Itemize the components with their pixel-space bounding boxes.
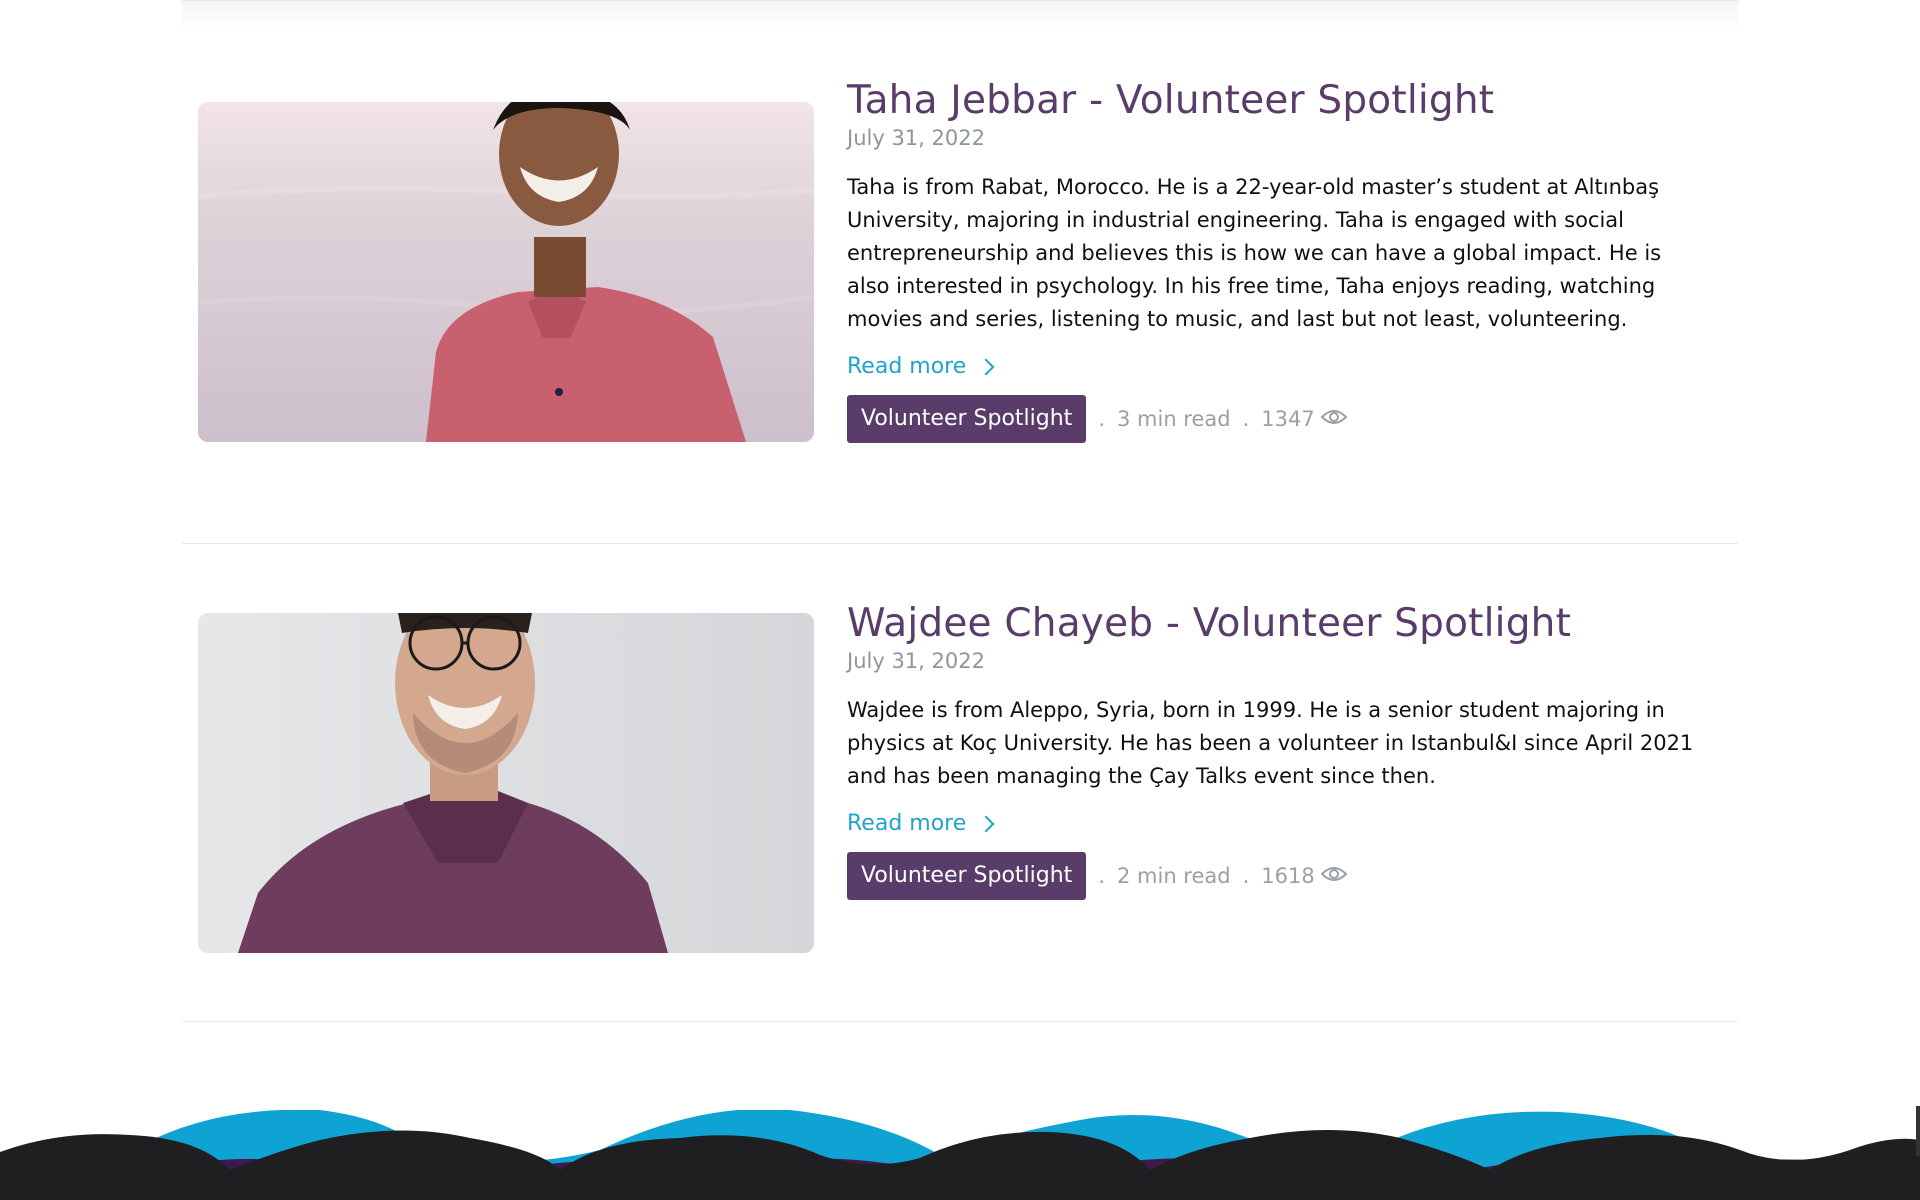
post-divider: [182, 543, 1738, 544]
read-time: 3 min read: [1117, 407, 1231, 431]
post-meta: Volunteer Spotlight . 2 min read . 1618: [847, 852, 1707, 900]
read-more-label: Read more: [847, 811, 967, 836]
read-more-link[interactable]: Read more: [847, 811, 995, 836]
scrollbar-thumb[interactable]: [1916, 1106, 1920, 1156]
post-title[interactable]: Wajdee Chayeb - Volunteer Spotlight: [847, 600, 1707, 648]
post-date: July 31, 2022: [847, 649, 985, 673]
read-time: 2 min read: [1117, 864, 1231, 888]
meta-separator: .: [1098, 407, 1105, 431]
post-image-taha[interactable]: [198, 102, 814, 442]
footer-wave-decoration: [0, 1110, 1920, 1200]
post-content: Wajdee Chayeb - Volunteer Spotlight July…: [847, 600, 1707, 900]
post-excerpt: Wajdee is from Aleppo, Syria, born in 19…: [847, 698, 1694, 788]
eye-icon: [1320, 407, 1348, 431]
chevron-right-icon: [977, 358, 995, 375]
post-thumbnail[interactable]: [198, 102, 814, 442]
post-title[interactable]: Taha Jebbar - Volunteer Spotlight: [847, 77, 1707, 125]
meta-separator: .: [1098, 864, 1105, 888]
header-shadow: [182, 1, 1738, 33]
meta-separator: .: [1242, 407, 1250, 431]
post-date: July 31, 2022: [847, 126, 985, 150]
view-count: 1618: [1261, 864, 1315, 888]
read-more-link[interactable]: Read more: [847, 354, 995, 379]
post-thumbnail[interactable]: [198, 613, 814, 953]
post-meta: Volunteer Spotlight . 3 min read . 1347: [847, 395, 1707, 443]
view-count: 1347: [1261, 407, 1315, 431]
chevron-right-icon: [977, 815, 995, 832]
eye-icon: [1320, 864, 1348, 888]
read-more-label: Read more: [847, 354, 967, 379]
post-excerpt: Taha is from Rabat, Morocco. He is a 22-…: [847, 175, 1662, 331]
post-content: Taha Jebbar - Volunteer Spotlight July 3…: [847, 77, 1707, 443]
post-divider: [182, 1021, 1738, 1022]
category-tag[interactable]: Volunteer Spotlight: [847, 395, 1087, 443]
post-image-wajdee[interactable]: [198, 613, 814, 953]
category-tag[interactable]: Volunteer Spotlight: [847, 852, 1087, 900]
meta-separator: .: [1242, 864, 1250, 888]
